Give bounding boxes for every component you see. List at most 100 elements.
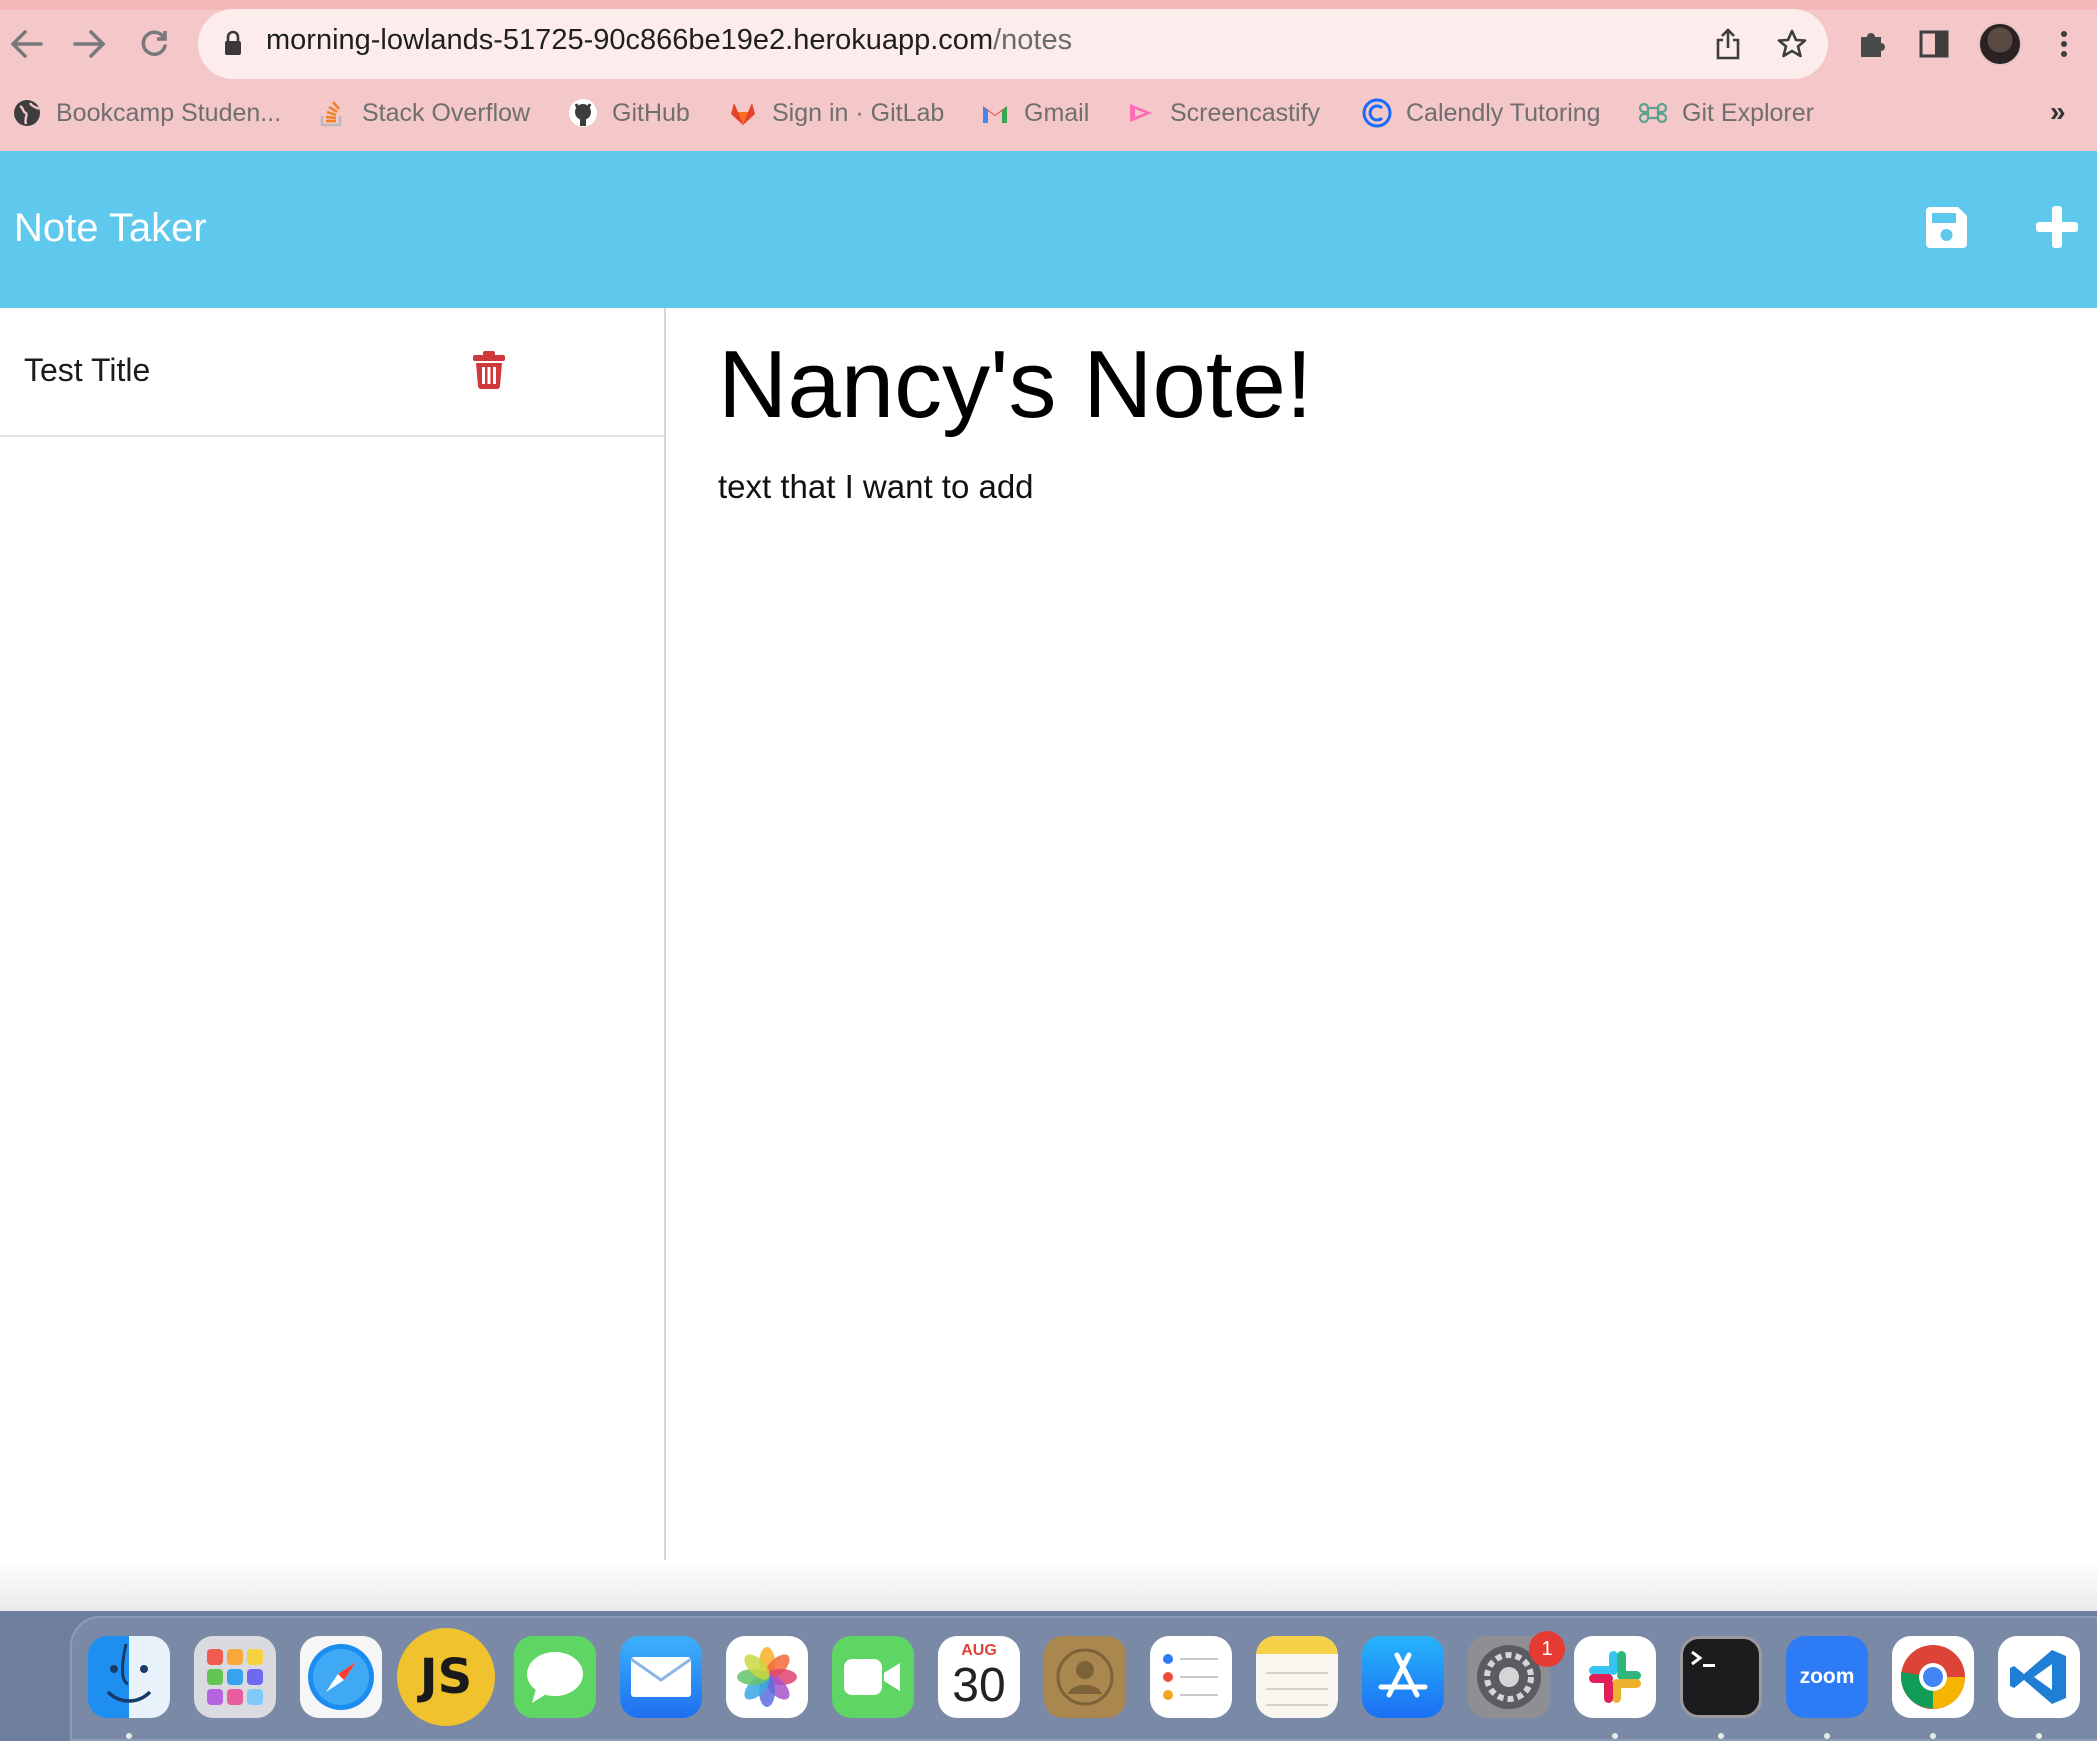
dock-running-indicator [126, 1733, 132, 1739]
bookmark-label: Screencastify [1170, 98, 1321, 127]
github-icon [569, 99, 597, 127]
dock-reminders[interactable] [1150, 1636, 1232, 1718]
dock-photos[interactable] [726, 1636, 808, 1718]
speech-bubble-icon [527, 1652, 583, 1703]
launchpad-icon [207, 1649, 263, 1705]
note-textarea[interactable]: text that I want to add [718, 468, 1034, 506]
app-store-icon [1378, 1652, 1428, 1698]
delete-note-icon[interactable] [473, 351, 505, 389]
zoom-app-label: zoom [1799, 1665, 1855, 1688]
vscode-icon [2010, 1650, 2066, 1704]
globe-icon [14, 100, 40, 126]
arrow-right-icon [73, 30, 106, 58]
bookmark-gitlab[interactable]: Sign in · GitLab [728, 90, 944, 136]
dock-app-store[interactable] [1362, 1636, 1444, 1718]
dock-running-indicator [1930, 1733, 1936, 1739]
bookmark-label: GitHub [612, 98, 690, 127]
photos-flower-icon [737, 1647, 797, 1707]
kebab-menu-icon [2061, 31, 2067, 57]
dock-terminal[interactable] [1680, 1636, 1762, 1718]
share-icon [1716, 28, 1740, 60]
url-host: morning-lowlands-51725-90c866be19e2.hero… [266, 24, 994, 56]
command-icon [1638, 102, 1668, 124]
extensions-button[interactable] [1850, 22, 1894, 66]
side-panel-button[interactable] [1912, 22, 1956, 66]
calendar-day: 30 [952, 1659, 1006, 1712]
dock-finder[interactable] [88, 1636, 170, 1718]
save-note-icon[interactable] [1924, 205, 1969, 250]
star-icon [1777, 29, 1807, 58]
new-note-icon[interactable] [2034, 204, 2080, 250]
bookmark-stack-overflow[interactable]: Stack Overflow [318, 90, 530, 136]
safari-icon [308, 1644, 374, 1710]
bookmarks-overflow-button[interactable]: » [2050, 96, 2066, 128]
contacts-person-icon [1056, 1648, 1114, 1706]
dock-safari[interactable] [300, 1636, 382, 1718]
bookmark-label: Calendly Tutoring [1406, 98, 1601, 127]
terminal-prompt-icon [1691, 1650, 1715, 1667]
note-title[interactable]: Nancy's Note! [718, 330, 1313, 440]
notes-icon [1266, 1672, 1328, 1706]
bookmark-label: Git Explorer [1682, 98, 1814, 127]
bookmarks-bar: Bookcamp Studen... Stack Overflow GitHub… [0, 90, 2097, 136]
app-brand[interactable]: Note Taker [14, 206, 207, 251]
bookmark-label: Stack Overflow [362, 98, 531, 127]
app-navbar [0, 151, 2097, 308]
reload-icon [141, 30, 167, 56]
notification-badge: 1 [1529, 1631, 1565, 1667]
notes-sidebar [0, 308, 666, 1611]
dock-running-indicator [1824, 1733, 1830, 1739]
gitlab-icon [731, 103, 755, 125]
bookmark-label: Bookcamp Studen... [56, 98, 282, 127]
note-list-item-title[interactable]: Test Title [24, 352, 150, 389]
bookmark-bookcamp[interactable]: Bookcamp Studen... [12, 90, 281, 136]
envelope-icon [630, 1657, 692, 1697]
gmail-icon [983, 106, 1007, 123]
chrome-icon [1901, 1645, 1965, 1709]
share-button[interactable] [1706, 22, 1750, 66]
bookmark-star-button[interactable] [1770, 22, 1814, 66]
bookmark-gmail[interactable]: Gmail [980, 90, 1089, 136]
lock-icon[interactable] [224, 30, 242, 56]
dock-slack[interactable] [1574, 1636, 1656, 1718]
bookmark-label: Gmail [1024, 98, 1090, 127]
arrow-left-icon [10, 30, 43, 58]
bookmark-calendly[interactable]: Calendly Tutoring [1362, 90, 1601, 136]
chrome-menu-button[interactable] [2042, 22, 2086, 66]
bookmark-github[interactable]: GitHub [568, 90, 690, 136]
stackoverflow-icon [320, 101, 342, 127]
dock-zoom[interactable]: zoom [1786, 1636, 1868, 1718]
dock-contacts[interactable] [1044, 1636, 1126, 1718]
dock-running-indicator [1718, 1733, 1724, 1739]
url-path: /notes [993, 24, 1073, 56]
calendar-month: AUG [961, 1642, 997, 1659]
window-bottom-edge [0, 1560, 2097, 1612]
dock-calendar[interactable]: AUG 30 [938, 1636, 1020, 1718]
dock-notes[interactable] [1256, 1636, 1338, 1718]
profile-avatar[interactable] [1978, 22, 2022, 66]
dock-javascript[interactable]: JS [397, 1628, 495, 1726]
forward-button[interactable] [66, 20, 114, 68]
back-button[interactable] [2, 20, 50, 68]
finder-icon [106, 1643, 152, 1703]
url-text[interactable]: morning-lowlands-51725-90c866be19e2.hero… [266, 24, 1072, 57]
side-panel-icon [1919, 30, 1949, 58]
dock-chrome[interactable] [1892, 1636, 1974, 1718]
bookmark-git-explorer[interactable]: Git Explorer [1638, 90, 1814, 136]
checklist-icon [1163, 1654, 1218, 1700]
dock-messages[interactable] [514, 1636, 596, 1718]
dock-running-indicator [2036, 1733, 2042, 1739]
puzzle-icon [1861, 33, 1885, 57]
reload-button[interactable] [130, 20, 178, 68]
bookmark-label: Sign in · GitLab [772, 98, 945, 127]
dock-facetime[interactable] [832, 1636, 914, 1718]
bookmark-screencastify[interactable]: Screencastify [1126, 90, 1320, 136]
dock-vscode[interactable] [1998, 1636, 2080, 1718]
slack-icon [1589, 1651, 1641, 1703]
video-camera-icon [844, 1659, 900, 1695]
screencastify-icon [1130, 104, 1152, 122]
dock-launchpad[interactable] [194, 1636, 276, 1718]
dock-running-indicator [1612, 1733, 1618, 1739]
js-app-label: JS [419, 1649, 473, 1705]
dock-mail[interactable] [620, 1636, 702, 1718]
